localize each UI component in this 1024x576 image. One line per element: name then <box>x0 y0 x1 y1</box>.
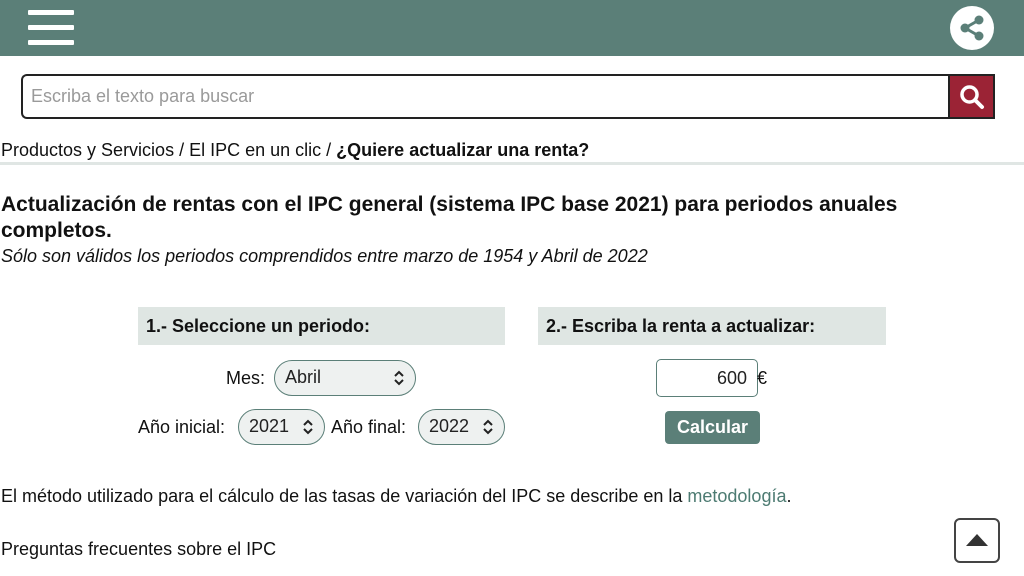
chevron-updown-icon <box>483 419 493 435</box>
month-select-value: Abril <box>285 367 322 387</box>
faq-link[interactable]: Preguntas frecuentes sobre el IPC <box>1 539 276 560</box>
breadcrumb-separator: / <box>321 140 337 160</box>
month-label: Mes: <box>226 368 266 388</box>
methodology-text-after: . <box>786 486 792 506</box>
chevron-updown-icon <box>394 370 404 386</box>
breadcrumb: Productos y Servicios / El IPC en un cli… <box>1 140 589 161</box>
calculate-button[interactable]: Calcular <box>665 411 760 444</box>
hamburger-menu-icon[interactable] <box>28 10 74 46</box>
methodology-text-before: El método utilizado para el cálculo de l… <box>1 486 688 506</box>
page-subtitle: Sólo son válidos los periodos comprendid… <box>1 246 648 266</box>
start-year-select-value: 2021 <box>249 416 290 436</box>
chevron-updown-icon <box>303 419 313 435</box>
currency-symbol: € <box>757 368 768 388</box>
breadcrumb-link-ipc[interactable]: El IPC en un clic <box>189 140 321 160</box>
step1-heading: 1.- Seleccione un periodo: <box>138 307 505 345</box>
back-to-top-button[interactable] <box>954 518 1000 563</box>
end-year-select-value: 2022 <box>429 416 470 436</box>
end-year-select[interactable]: 2022 <box>418 409 505 445</box>
search-button[interactable] <box>948 74 995 119</box>
search-bar <box>21 74 995 119</box>
top-bar <box>0 0 1024 56</box>
search-input[interactable] <box>21 74 949 119</box>
breadcrumb-link-productos[interactable]: Productos y Servicios <box>1 140 174 160</box>
step2-heading: 2.- Escriba la renta a actualizar: <box>538 307 886 345</box>
start-year-label: Año inicial: <box>138 417 226 437</box>
divider <box>0 162 1024 165</box>
breadcrumb-separator: / <box>174 140 190 160</box>
start-year-select[interactable]: 2021 <box>238 409 325 445</box>
methodology-text: El método utilizado para el cálculo de l… <box>1 486 791 507</box>
methodology-link[interactable]: metodología <box>687 486 786 506</box>
arrow-up-icon <box>966 534 988 546</box>
breadcrumb-current: ¿Quiere actualizar una renta? <box>336 140 590 160</box>
end-year-label: Año final: <box>331 417 407 437</box>
page-title: Actualización de rentas con el IPC gener… <box>1 193 898 242</box>
month-select[interactable]: Abril <box>274 360 416 396</box>
share-icon[interactable] <box>950 6 994 50</box>
rent-amount-input[interactable] <box>656 359 758 397</box>
search-icon <box>960 85 984 109</box>
